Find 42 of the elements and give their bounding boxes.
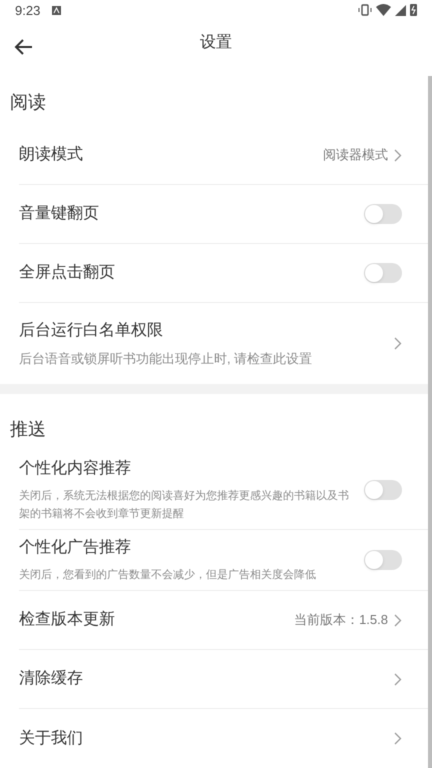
row-label: 全屏点击翻页 bbox=[19, 262, 116, 283]
settings-row[interactable]: 个性化内容推荐 关闭后，系统无法根据您的阅读喜好为您推荐更感兴趣的书籍以及书架的书籍将不会收到章节更新提醒 bbox=[19, 451, 432, 530]
section-title: 阅读 bbox=[10, 92, 46, 112]
settings-row[interactable]: 清除缓存 bbox=[19, 650, 432, 709]
chevron-right-icon bbox=[394, 614, 402, 626]
row-label: 音量键翻页 bbox=[19, 204, 100, 224]
row-label: 检查版本更新 bbox=[19, 610, 116, 630]
chevron-right-icon bbox=[394, 148, 402, 162]
settings-row[interactable]: 全屏点击翻页 bbox=[19, 244, 432, 303]
page-title: 设置 bbox=[200, 32, 232, 53]
row-value: 阅读器模式 bbox=[323, 146, 388, 164]
row-label: 个性化广告推荐 bbox=[19, 538, 132, 558]
settings-row[interactable]: 音量键翻页 bbox=[19, 185, 432, 244]
row-label: 后台运行白名单权限 bbox=[19, 320, 164, 341]
row-value: 当前版本：1.5.8 bbox=[294, 611, 388, 630]
vibrate-icon bbox=[358, 4, 372, 16]
section-title: 推送 bbox=[10, 419, 46, 439]
toggle-switch[interactable] bbox=[364, 480, 402, 500]
status-time: 9:23 bbox=[15, 2, 40, 20]
row-description: 关闭后，系统无法根据您的阅读喜好为您推荐更感兴趣的书籍以及书架的书籍将不会收到章节更新提醒 bbox=[19, 488, 350, 522]
chevron-right-icon bbox=[394, 337, 402, 350]
signal-icon bbox=[395, 4, 406, 16]
row-label: 清除缓存 bbox=[19, 668, 84, 689]
row-label: 关于我们 bbox=[19, 728, 84, 748]
settings-row[interactable]: 朗读模式 阅读器模式 bbox=[19, 126, 432, 185]
notification-icon bbox=[52, 6, 62, 15]
row-description: 后台语音或锁屏听书功能出现停止时, 请检查此设置 bbox=[19, 350, 314, 368]
toggle-switch[interactable] bbox=[364, 550, 402, 570]
chevron-right-icon bbox=[394, 672, 402, 686]
back-arrow-icon bbox=[14, 36, 34, 57]
chevron-right-icon bbox=[394, 732, 402, 745]
battery-icon bbox=[410, 4, 417, 16]
wifi-icon bbox=[376, 4, 391, 16]
row-label: 个性化内容推荐 bbox=[19, 458, 132, 479]
row-label: 朗读模式 bbox=[19, 144, 84, 165]
settings-row[interactable]: 后台运行白名单权限 后台语音或锁屏听书功能出现停止时, 请检查此设置 bbox=[19, 303, 432, 384]
toggle-switch[interactable] bbox=[364, 204, 402, 224]
toggle-switch[interactable] bbox=[364, 263, 402, 283]
settings-row[interactable]: 关于我们 bbox=[19, 709, 432, 768]
settings-row[interactable]: 检查版本更新 当前版本：1.5.8 bbox=[19, 591, 432, 650]
row-description: 关闭后，您看到的广告数量不会减少，但是广告相关度会降低 bbox=[19, 568, 317, 583]
settings-row[interactable]: 个性化广告推荐 关闭后，您看到的广告数量不会减少，但是广告相关度会降低 bbox=[19, 530, 432, 591]
